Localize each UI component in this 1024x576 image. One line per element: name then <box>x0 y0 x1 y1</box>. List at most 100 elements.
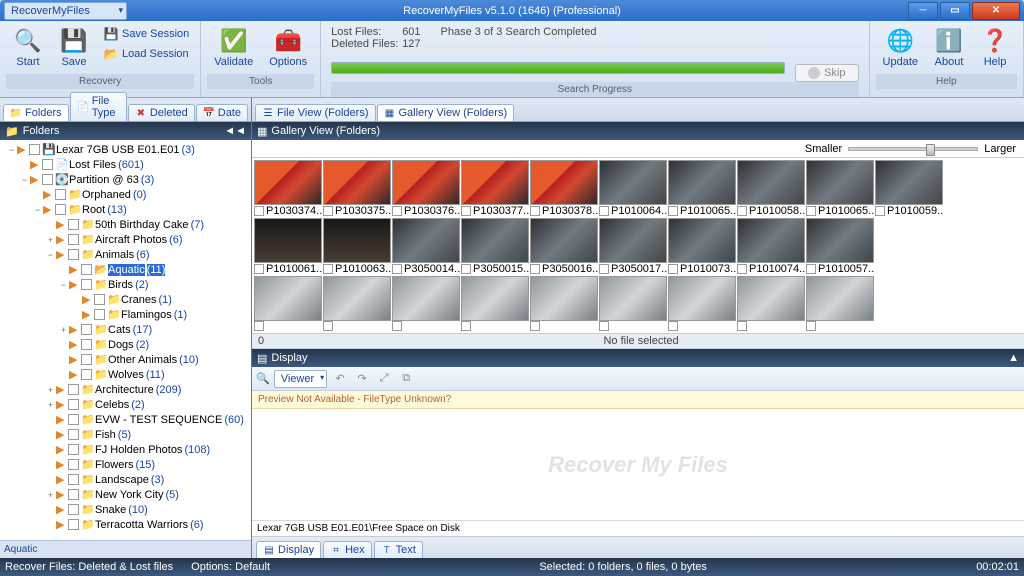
thumbnail[interactable]: P1010073.... <box>668 218 736 275</box>
tree-node[interactable]: +▶📁Aircraft Photos(6) <box>0 232 251 247</box>
checkbox[interactable] <box>599 206 609 216</box>
tree-node[interactable]: ▶📁Other Animals(10) <box>0 352 251 367</box>
tree-node[interactable]: ▶📂Aquatic(11) <box>0 262 251 277</box>
thumbnail[interactable] <box>806 276 874 331</box>
tab-folders[interactable]: 📁Folders <box>3 104 69 121</box>
checkbox[interactable] <box>254 321 264 331</box>
tree-node[interactable]: ▶📁Wolves(11) <box>0 367 251 382</box>
thumbnail[interactable]: P1010063.... <box>323 218 391 275</box>
checkbox[interactable] <box>461 206 471 216</box>
tree-node[interactable]: ▶📁Terracotta Warriors(6) <box>0 517 251 532</box>
checkbox[interactable] <box>737 206 747 216</box>
minimize-button[interactable]: ─ <box>908 2 938 20</box>
tab-gallery-view[interactable]: ▦Gallery View (Folders) <box>377 104 515 121</box>
tree-node[interactable]: ▶📁50th Birthday Cake(7) <box>0 217 251 232</box>
folder-tree[interactable]: −▶💾Lexar 7GB USB E01.E01(3)▶📄Lost Files(… <box>0 140 251 540</box>
checkbox[interactable] <box>461 264 471 274</box>
tree-node[interactable]: ▶📁Flowers(15) <box>0 457 251 472</box>
checkbox[interactable] <box>392 321 402 331</box>
app-menu[interactable]: RecoverMyFiles <box>4 2 127 20</box>
checkbox[interactable] <box>806 206 816 216</box>
checkbox[interactable] <box>806 321 816 331</box>
tree-node[interactable]: −▶📁Birds(2) <box>0 277 251 292</box>
thumbnail[interactable] <box>461 276 529 331</box>
tree-node[interactable]: +▶📁Architecture(209) <box>0 382 251 397</box>
thumbnail[interactable] <box>668 276 736 331</box>
thumbnail[interactable] <box>254 276 322 331</box>
checkbox[interactable] <box>806 264 816 274</box>
checkbox[interactable] <box>530 206 540 216</box>
copy-icon[interactable]: ⧉ <box>397 370 415 388</box>
thumbnail[interactable]: P1010057.... <box>806 218 874 275</box>
thumbnail[interactable]: P1030375.... <box>323 160 391 217</box>
thumbnail[interactable]: P1030378.... <box>530 160 598 217</box>
expand-icon[interactable]: − <box>19 175 30 185</box>
checkbox[interactable] <box>323 206 333 216</box>
viewer-mode-button[interactable]: Viewer <box>274 370 327 388</box>
checkbox[interactable] <box>68 399 79 410</box>
thumbnail[interactable]: P1030376.... <box>392 160 460 217</box>
thumbnail[interactable]: P1010061.... <box>254 218 322 275</box>
tab-text[interactable]: TText <box>374 541 423 558</box>
validate-button[interactable]: ✅ Validate <box>207 24 260 71</box>
tree-node[interactable]: −▶📁Root(13) <box>0 202 251 217</box>
rotate-left-icon[interactable]: ↶ <box>331 370 349 388</box>
tree-node[interactable]: +▶📁New York City(5) <box>0 487 251 502</box>
skip-button[interactable]: Skip <box>795 64 858 82</box>
tree-node[interactable]: ▶📁FJ Holden Photos(108) <box>0 442 251 457</box>
tree-node[interactable]: ▶📁Snake(10) <box>0 502 251 517</box>
checkbox[interactable] <box>42 174 53 185</box>
expand-icon[interactable]: − <box>32 205 43 215</box>
thumbnail[interactable]: P3050014.... <box>392 218 460 275</box>
checkbox[interactable] <box>530 264 540 274</box>
chevron-left-icon[interactable]: ◄◄ <box>224 125 246 137</box>
checkbox[interactable] <box>392 264 402 274</box>
thumbnail[interactable]: P3050017.... <box>599 218 667 275</box>
checkbox[interactable] <box>68 384 79 395</box>
thumbnail[interactable]: P1010058.... <box>737 160 805 217</box>
thumbnail[interactable] <box>599 276 667 331</box>
maximize-button[interactable]: ▭ <box>940 2 970 20</box>
zoom-icon[interactable]: ⤢ <box>375 370 393 388</box>
checkbox[interactable] <box>68 429 79 440</box>
tree-node[interactable]: ▶📁Fish(5) <box>0 427 251 442</box>
tab-file-view[interactable]: ☰File View (Folders) <box>255 104 376 121</box>
thumbnail[interactable]: P1030377.... <box>461 160 529 217</box>
checkbox[interactable] <box>68 519 79 530</box>
checkbox[interactable] <box>94 294 105 305</box>
options-button[interactable]: 🧰 Options <box>262 24 314 71</box>
expand-icon[interactable]: + <box>45 400 56 410</box>
rotate-right-icon[interactable]: ↷ <box>353 370 371 388</box>
load-session-button[interactable]: 📂Load Session <box>98 44 194 64</box>
checkbox[interactable] <box>81 264 92 275</box>
checkbox[interactable] <box>737 264 747 274</box>
checkbox[interactable] <box>737 321 747 331</box>
checkbox[interactable] <box>530 321 540 331</box>
thumbnail[interactable] <box>737 276 805 331</box>
tab-display[interactable]: ▤Display <box>256 541 321 558</box>
save-session-button[interactable]: 💾Save Session <box>98 24 194 44</box>
expand-icon[interactable]: + <box>58 325 69 335</box>
thumbnail[interactable]: P1010059.... <box>875 160 943 217</box>
tree-node[interactable]: −▶💽Partition @ 63(3) <box>0 172 251 187</box>
tree-node[interactable]: ▶📁Flamingos(1) <box>0 307 251 322</box>
update-button[interactable]: 🌐Update <box>876 24 925 71</box>
checkbox[interactable] <box>392 206 402 216</box>
thumbnail-size-slider[interactable] <box>848 147 978 151</box>
tab-file-type[interactable]: 📄File Type <box>70 92 127 121</box>
checkbox[interactable] <box>68 459 79 470</box>
about-button[interactable]: ℹ️About <box>927 24 971 71</box>
checkbox[interactable] <box>81 279 92 290</box>
checkbox[interactable] <box>55 204 66 215</box>
gallery-grid[interactable]: P1030374....P1030375....P1030376....P103… <box>252 158 1024 333</box>
thumbnail[interactable] <box>323 276 391 331</box>
thumbnail[interactable]: P3050016.... <box>530 218 598 275</box>
chevron-up-icon[interactable]: ▲ <box>1008 352 1019 364</box>
checkbox[interactable] <box>323 264 333 274</box>
checkbox[interactable] <box>29 144 40 155</box>
tree-node[interactable]: −▶📁Animals(6) <box>0 247 251 262</box>
checkbox[interactable] <box>81 354 92 365</box>
checkbox[interactable] <box>254 206 264 216</box>
checkbox[interactable] <box>81 324 92 335</box>
thumbnail[interactable]: P1030374.... <box>254 160 322 217</box>
